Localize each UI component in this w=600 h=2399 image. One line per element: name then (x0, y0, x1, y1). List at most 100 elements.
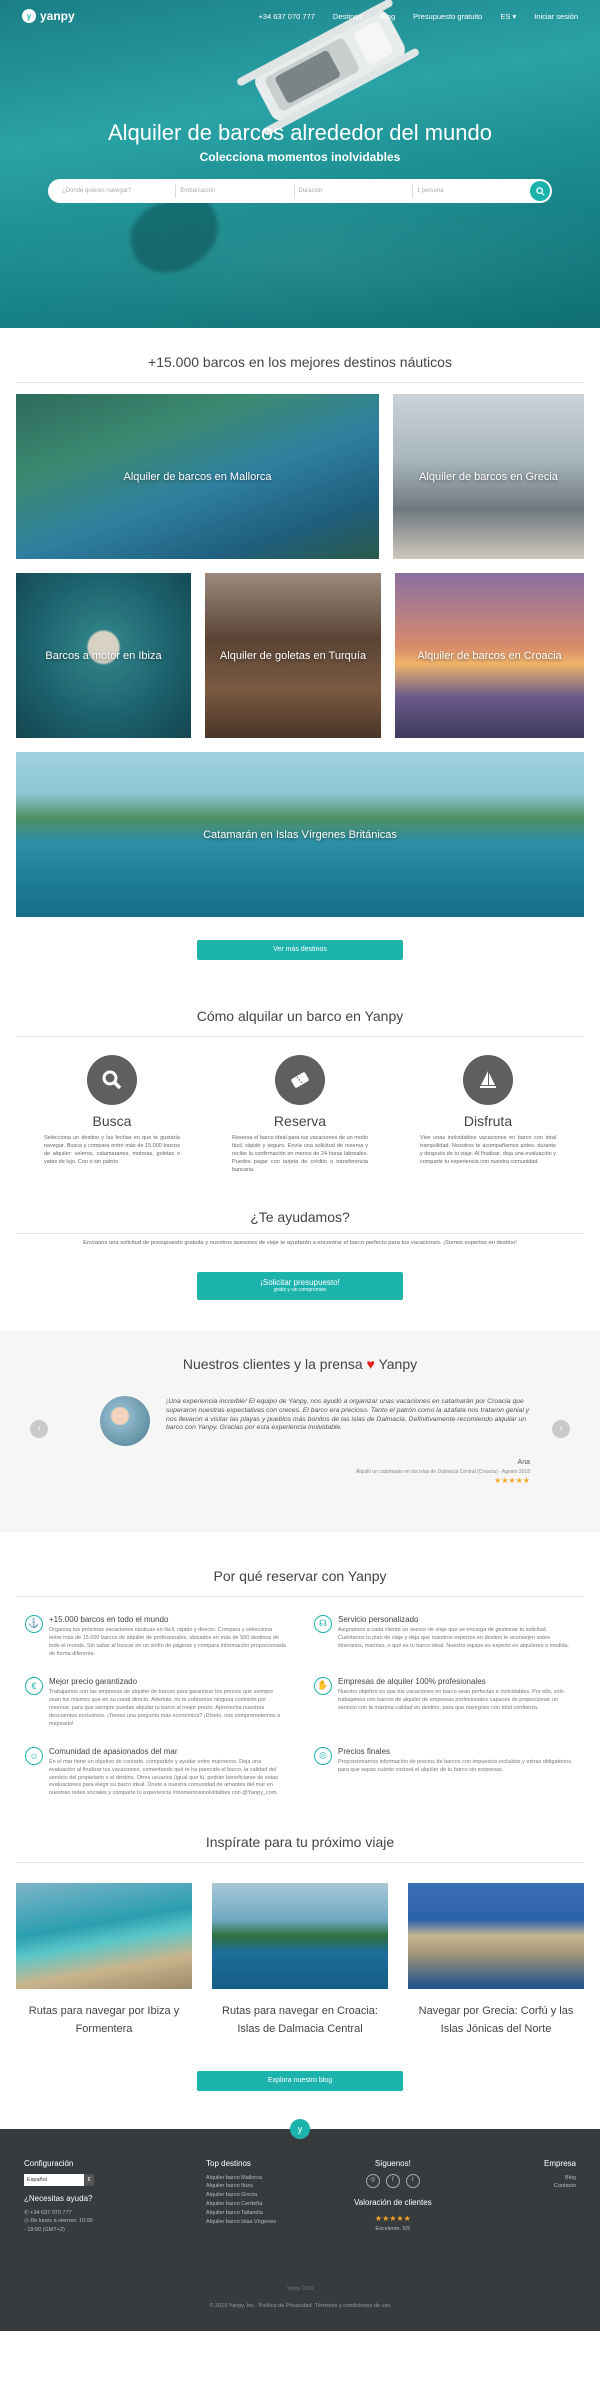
footer-phone-text: +34 637 070 777 (30, 2209, 72, 2216)
footer-company-link[interactable]: Contacto (544, 2182, 576, 2191)
language-select[interactable]: ES ▾ (500, 12, 516, 21)
footer-copyright: © 2019 Yanpy, Inc. (209, 2302, 256, 2309)
reason-title: Comunidad de apasionados del mar (49, 1746, 178, 1756)
footer-top-link[interactable]: Alquiler barco Ibiza (206, 2182, 276, 2191)
card-label: Barcos a motor en Ibiza (45, 649, 162, 662)
blog-post-croacia[interactable]: Rutas para navegar en Croacia: Islas de … (212, 1883, 388, 2038)
blog-image (16, 1883, 192, 1990)
help-title: ¿Te ayudamos? (250, 1208, 350, 1225)
destination-card-ibiza[interactable]: Barcos a motor en Ibiza (16, 573, 191, 738)
carousel-prev-button[interactable]: ‹ (30, 1419, 48, 1438)
footer-top-link[interactable]: Alquiler barco Tailandia (206, 2209, 276, 2218)
blog-title: Navegar por Grecia: Corfú y las Islas Jó… (418, 2005, 574, 2035)
handshake-icon: ✋ (314, 1676, 332, 1695)
blog-post-grecia[interactable]: Navegar por Grecia: Corfú y las Islas Jó… (408, 1883, 584, 2038)
twitter-icon[interactable]: t (405, 2173, 420, 2188)
explore-blog-button[interactable]: Explora nuestro blog (197, 2070, 403, 2091)
search-bar: ¿Dónde quieres navegar? Embarcación Dura… (48, 179, 552, 203)
instagram-icon[interactable]: ◎ (365, 2173, 380, 2188)
reason-title: Servicio personalizado (338, 1614, 419, 1624)
search-type-select[interactable]: Embarcación (176, 184, 295, 198)
search-icon (87, 1055, 137, 1105)
footer-hours-text: De lunes a viernes: 10:00 - 19:00 (GMT+2… (24, 2218, 93, 2234)
reason-text: Nuestro objetivo es que tus vacaciones e… (338, 1688, 564, 1711)
destination-card-islas-virgenes[interactable]: Catamarán en Islas Vírgenes Británicas (16, 752, 584, 917)
step-title: Disfruta (463, 1113, 513, 1129)
destination-card-mallorca[interactable]: Alquiler de barcos en Mallorca (16, 394, 379, 559)
search-where-input[interactable]: ¿Dónde quieres navegar? (58, 184, 177, 198)
search-button[interactable] (530, 181, 550, 201)
search-duration-select[interactable]: Duración (295, 184, 413, 198)
logo[interactable]: y yanpy (22, 9, 75, 23)
destinations-title: +15.000 barcos en los mejores destinos n… (148, 354, 452, 370)
facebook-icon[interactable]: f (385, 2173, 400, 2188)
reason-community: ☺ Comunidad de apasionados del mar En el m… (25, 1746, 286, 1799)
blog-post-ibiza[interactable]: Rutas para navegar por Ibiza y Formenter… (16, 1883, 192, 2038)
card-label: Alquiler de barcos en Grecia (419, 470, 558, 483)
reason-final-prices: ◎ Precios finales Proporcionamos informaci… (314, 1746, 575, 1799)
testimonial-author: Ana (517, 1458, 530, 1466)
step-title: Busca (92, 1113, 132, 1129)
destination-card-turquia[interactable]: Alquiler de goletas en Turquía (205, 573, 381, 738)
footer: y Configuración Español € ¿Necesitas ayu… (0, 2118, 600, 2331)
footer-follow-title: Síguenos! (374, 2158, 411, 2168)
yanpy-logo-icon: y (22, 9, 36, 23)
nav-presupuesto[interactable]: Presupuesto gratuito (413, 12, 482, 21)
blog-title: Rutas para navegar por Ibiza y Formenter… (28, 2005, 180, 2035)
top-nav: y yanpy +34 637 070 777 Destinos Blog Pr… (0, 0, 600, 32)
footer-company-link[interactable]: Blog (544, 2174, 576, 2183)
nav-destinos[interactable]: Destinos (333, 12, 362, 21)
reason-service: ☊ Servicio personalizado Asignamos a cada … (314, 1614, 575, 1659)
footer-company-title: Empresa (543, 2158, 576, 2168)
footer-help-title: ¿Necesitas ayuda? (24, 2193, 93, 2203)
testimonial-stars: ★★★★★ (494, 1475, 530, 1485)
destination-card-croacia[interactable]: Alquiler de barcos en Croacia (395, 573, 584, 738)
hero-title: Alquiler de barcos alrededor del mundo (107, 120, 492, 145)
footer-top-link[interactable]: Alquiler barco Mallorca (206, 2174, 276, 2183)
request-quote-button[interactable]: ¡Solicitar presupuesto! gratis y sin com… (197, 1271, 403, 1300)
hero: y yanpy +34 637 070 777 Destinos Blog Pr… (0, 0, 600, 328)
testimonials-title: Nuestros clientes y la prensa ♥ Yanpy (0, 1356, 600, 1372)
step-reserva: Reserva Reserva el barco ideal para tus … (232, 1055, 368, 1175)
carousel-next-button[interactable]: › (552, 1419, 570, 1438)
search-icon (535, 186, 545, 196)
footer-top-link[interactable]: Alquiler barco Cerdeña (206, 2200, 276, 2209)
reason-title: Mejor precio garantizado (49, 1676, 138, 1686)
language-label: ES (500, 11, 511, 21)
inspire-title: Inspírate para tu próximo viaje (205, 1834, 395, 1851)
reason-title: Empresas de alquiler 100% profesionales (338, 1676, 486, 1686)
search-people-select[interactable]: 1 persona (413, 184, 530, 198)
footer-top-title: Top destinos (206, 2158, 251, 2168)
footer-lang-select[interactable]: Español € (24, 2173, 94, 2186)
reason-professional: ✋ Empresas de alquiler 100% profesionales… (314, 1676, 575, 1729)
reason-text: Asignamos a cada cliente un asesor de vi… (338, 1626, 570, 1649)
reason-text: Proporcionamos información de precios de… (338, 1758, 573, 1773)
testimonial-caption: Alquiló un catamarán en las islas de Dal… (356, 1468, 530, 1475)
footer-currency-value[interactable]: € (84, 2173, 94, 2186)
euro-icon: € (25, 1676, 43, 1695)
nav-login[interactable]: Iniciar sesión (534, 12, 578, 21)
step-text: Vive unas inolvidables vacaciones en bar… (420, 1135, 556, 1165)
more-destinations-button[interactable]: Ver más destinos (197, 940, 403, 960)
card-label: Alquiler de goletas en Turquía (219, 649, 367, 662)
reason-price: € Mejor precio garantizado Trabajamos con … (25, 1676, 286, 1729)
footer-terms-link[interactable]: Términos y condiciones de uso (315, 2303, 391, 2309)
nav-blog[interactable]: Blog (380, 12, 395, 21)
hero-subtitle: Colecciona momentos inolvidables (199, 150, 401, 164)
card-label: Catamarán en Islas Vírgenes Británicas (203, 828, 397, 841)
reason-title: Precios finales (338, 1746, 391, 1756)
footer-top-link[interactable]: Alquiler barco Grecia (206, 2191, 276, 2200)
footer-privacy-link[interactable]: Política de Privacidad (259, 2303, 312, 2309)
footer-lang-value: Español (24, 2173, 84, 2186)
destination-card-grecia[interactable]: Alquiler de barcos en Grecia (393, 394, 584, 559)
headset-icon: ☊ (314, 1614, 332, 1633)
testimonials: Nuestros clientes y la prensa ♥ Yanpy ‹ … (0, 1329, 600, 1532)
ticket-icon (275, 1055, 325, 1105)
footer-phone[interactable]: ✆ +34 637 070 777 (24, 2209, 94, 2218)
step-busca: Busca Selecciona un destino y las fechas… (44, 1055, 180, 1175)
footer-top-link[interactable]: Alquiler barco Islas Vírgenes (206, 2218, 276, 2227)
request-quote-label: ¡Solicitar presupuesto! (260, 1277, 340, 1287)
footer-rating-text: Excelente. 5/5 (375, 2226, 411, 2233)
heart-icon: ♥ (366, 1355, 375, 1372)
nav-phone[interactable]: +34 637 070 777 (258, 12, 315, 21)
